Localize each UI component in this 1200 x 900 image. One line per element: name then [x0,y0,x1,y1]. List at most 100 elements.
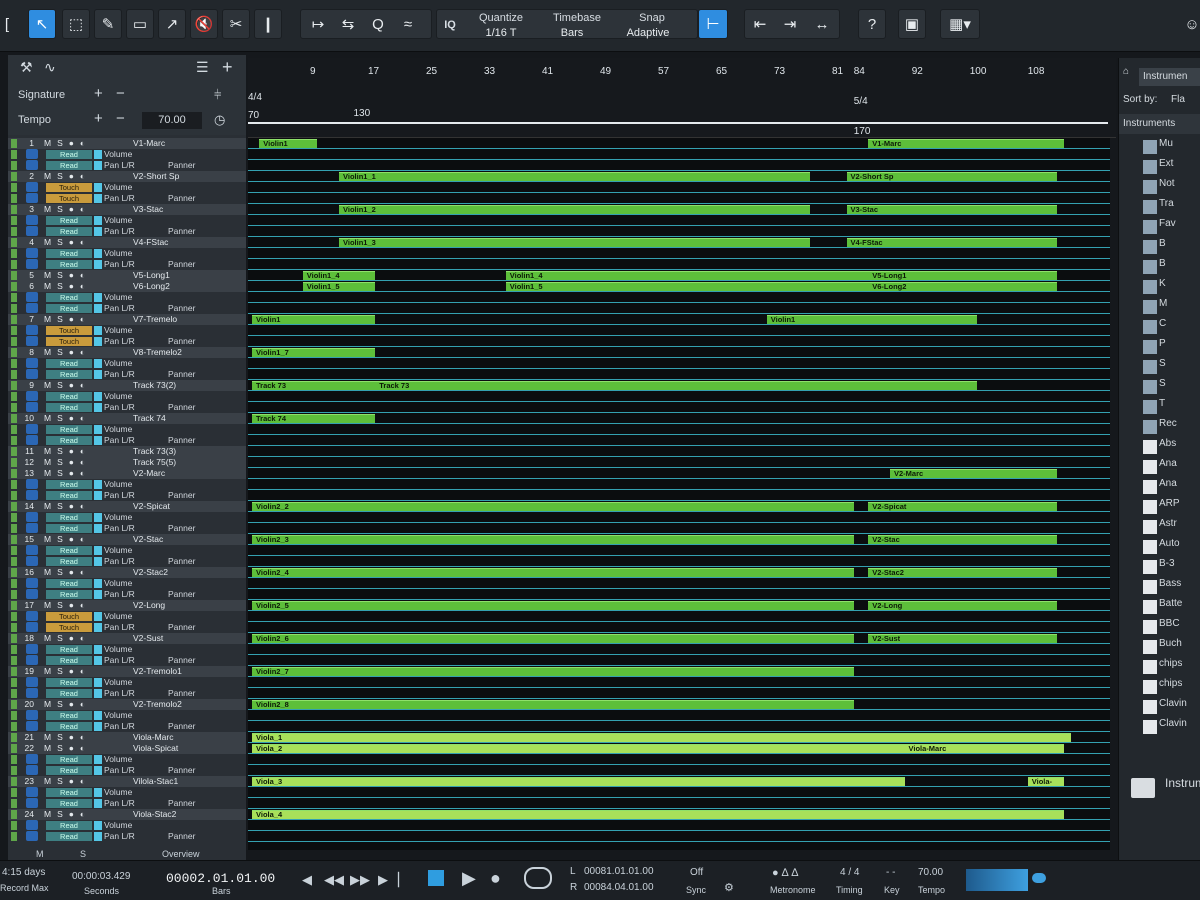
automation-parameter[interactable]: Volume [104,424,132,435]
event-clip[interactable]: V6-Long2 [868,282,1057,291]
automation-lane-header[interactable]: Touch Pan L/R Panner [8,193,246,204]
track-header[interactable]: 5 MS●◐ V5-Long1 [8,270,246,281]
automation-power-icon[interactable] [26,325,38,335]
automation-lane-header[interactable]: Read Pan L/R Panner [8,798,246,809]
track-header[interactable]: 14 MS●◐ V2-Spicat [8,501,246,512]
automation-parameter[interactable]: Volume [104,149,132,160]
automation-power-icon[interactable] [26,765,38,775]
automation-power-icon[interactable] [26,292,38,302]
automation-power-icon[interactable] [26,655,38,665]
automation-power-icon[interactable] [26,798,38,808]
automation-mode-select[interactable]: Read [46,689,92,698]
automation-mode-select[interactable]: Touch [46,194,92,203]
automation-power-icon[interactable] [26,754,38,764]
mute-solo-buttons[interactable]: MS●◐ [44,237,91,248]
mute-solo-buttons[interactable]: MS●◐ [44,600,91,611]
browser-item[interactable]: B-3 [1159,558,1200,578]
automation-parameter[interactable]: Pan L/R [104,402,135,413]
automation-mode-select[interactable]: Read [46,403,92,412]
help-button[interactable]: ? [858,9,886,39]
automation-mode-select[interactable]: Read [46,216,92,225]
track-header[interactable]: 7 MS●◐ V7-Tremelo [8,314,246,325]
automation-line[interactable] [248,676,1110,677]
browser-item[interactable]: Auto [1159,538,1200,558]
automation-power-icon[interactable] [26,226,38,236]
automation-line[interactable] [248,742,1110,743]
track-header[interactable]: 10 MS●◐ Track 74 [8,413,246,424]
event-clip[interactable]: Violin2_5 [252,601,854,610]
mute-solo-buttons[interactable]: MS●◐ [44,776,91,787]
automation-lane-header[interactable]: Read Volume [8,644,246,655]
browser-item[interactable]: Fav [1159,218,1200,238]
automation-lane-header[interactable]: Touch Volume [8,182,246,193]
mute-solo-buttons[interactable]: MS●◐ [44,413,91,424]
automation-parameter[interactable]: Volume [104,787,132,798]
automation-parameter[interactable]: Pan L/R [104,798,135,809]
mute-solo-buttons[interactable]: MS●◐ [44,699,91,710]
loop-start-icon[interactable]: ▏ [398,872,408,888]
track-header[interactable]: 24 MS●◐ Viola-Stac2 [8,809,246,820]
forward-icon[interactable]: ⇥ [776,9,804,39]
automation-lane-header[interactable]: Read Volume [8,545,246,556]
browser-item[interactable]: Astr [1159,518,1200,538]
automation-parameter[interactable]: Pan L/R [104,193,135,204]
automation-power-icon[interactable] [26,193,38,203]
browser-item[interactable]: B [1159,258,1200,278]
automation-line[interactable] [248,797,1110,798]
automation-power-icon[interactable] [26,644,38,654]
browser-item[interactable]: B [1159,238,1200,258]
event-clip[interactable]: V1-Marc [868,139,1064,148]
s-label[interactable]: S [80,849,86,859]
mute-solo-buttons[interactable]: MS●◐ [44,732,91,743]
automation-line[interactable] [248,346,1110,347]
automation-line[interactable] [248,698,1110,699]
automation-lane-header[interactable]: Read Volume [8,358,246,369]
event-clip[interactable]: V3-Stac [846,205,1057,214]
automation-lane-header[interactable]: Read Pan L/R Panner [8,369,246,380]
automation-lane-header[interactable]: Read Pan L/R Panner [8,523,246,534]
event-clip[interactable]: Violin1_7 [252,348,376,357]
track-name[interactable]: Track 73(3) [133,446,176,457]
track-header[interactable]: 8 MS●◐ V8-Tremelo2 [8,347,246,358]
track-header[interactable]: 19 MS●◐ V2-Tremolo1 [8,666,246,677]
browser-item[interactable]: chips [1159,658,1200,678]
automation-power-icon[interactable] [26,545,38,555]
automation-line[interactable] [248,566,1110,567]
event-clip[interactable]: V4-FStac [846,238,1057,247]
add-track-icon[interactable]: + [222,57,233,78]
automation-mode-select[interactable]: Touch [46,337,92,346]
track-name[interactable]: V2-Sust [133,633,163,644]
automation-line[interactable] [248,368,1110,369]
mute-solo-buttons[interactable]: MS●◐ [44,743,91,754]
automation-line[interactable] [248,313,1110,314]
automation-line[interactable] [248,841,1110,842]
automation-mode-select[interactable]: Read [46,425,92,434]
automation-line[interactable] [248,533,1110,534]
automation-line[interactable] [248,170,1110,171]
automation-line[interactable] [248,775,1110,776]
signature-remove-button[interactable]: − [116,85,125,102]
automation-mode-select[interactable]: Read [46,513,92,522]
browser-item[interactable]: Ana [1159,478,1200,498]
automation-line[interactable] [248,753,1110,754]
automation-mode-select[interactable]: Read [46,293,92,302]
automation-line[interactable] [248,258,1110,259]
event-clip[interactable]: V2-Marc [890,469,1057,478]
track-name[interactable]: V5-Long1 [133,270,170,281]
automation-mode-select[interactable]: Read [46,150,92,159]
automation-line[interactable] [248,357,1110,358]
automation-line[interactable] [248,555,1110,556]
automation-parameter[interactable]: Volume [104,358,132,369]
automation-line[interactable] [248,291,1110,292]
automation-parameter[interactable]: Volume [104,710,132,721]
automation-power-icon[interactable] [26,435,38,445]
track-name[interactable]: V6-Long2 [133,281,170,292]
listen-tool-button[interactable]: ❙ [254,9,282,39]
overview-label[interactable]: Overview [162,849,200,859]
track-name[interactable]: Viola-Stac2 [133,809,176,820]
event-clip[interactable]: Violin1_5 [302,282,376,291]
automation-line[interactable] [248,610,1110,611]
automation-mode-select[interactable]: Read [46,590,92,599]
tempo-marker-end[interactable]: 170 [854,126,871,137]
mute-solo-buttons[interactable]: MS●◐ [44,171,91,182]
